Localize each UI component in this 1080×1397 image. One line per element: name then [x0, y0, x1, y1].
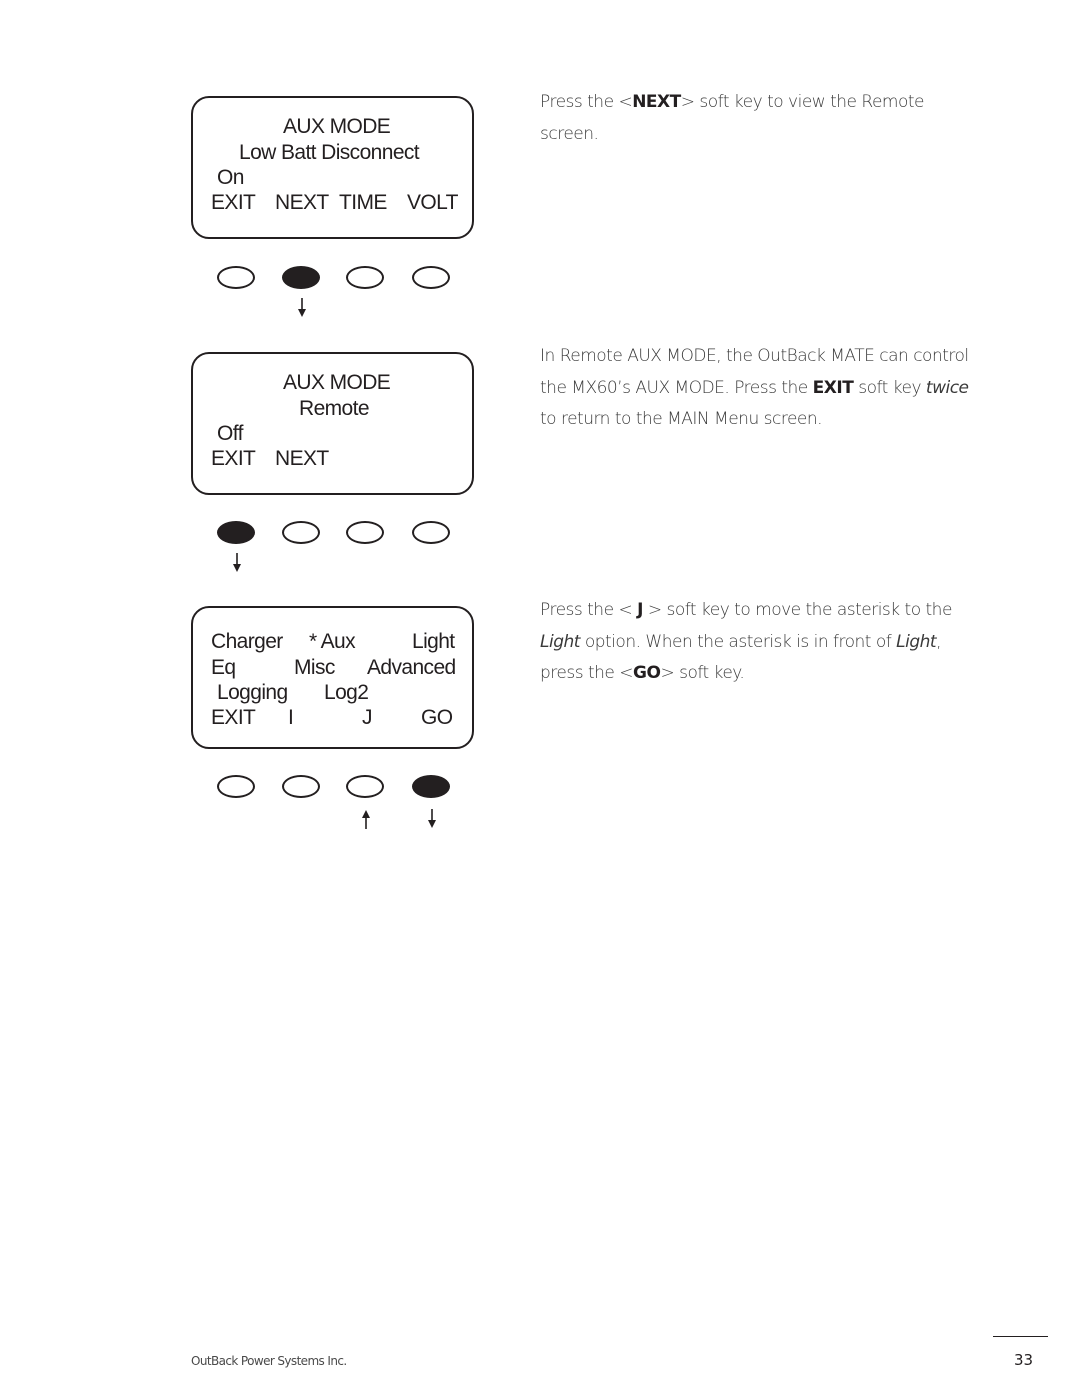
softkey-label-volt: VOLT	[407, 191, 458, 214]
soft-key-2[interactable]	[282, 775, 320, 798]
softkey-label-time: TIME	[339, 191, 387, 214]
emphasis: twice	[925, 377, 969, 398]
text-run: option. When the asterisk is in front of	[579, 631, 897, 652]
soft-key-1-pressed[interactable]	[217, 521, 255, 544]
text-run: Press the <	[540, 600, 638, 620]
softkey-label-i: I	[288, 706, 294, 729]
emphasis: Light	[540, 631, 580, 652]
arrow-up-icon	[361, 809, 371, 829]
softkey-label-exit: EXIT	[211, 191, 256, 214]
softkey-label-j: J	[362, 706, 373, 729]
soft-key-4[interactable]	[412, 266, 450, 289]
menu-item-aux-selected: * Aux	[309, 630, 356, 653]
instruction-remote-aux-mode: In Remote AUX MODE, the OutBack MATE can…	[540, 341, 970, 436]
softkey-label-exit: EXIT	[211, 447, 256, 470]
footer-divider	[993, 1336, 1048, 1337]
arrow-down-icon	[427, 809, 437, 829]
soft-key-2[interactable]	[282, 521, 320, 544]
lcd-screen-remote: AUX MODE Remote Off EXIT NEXT	[191, 352, 474, 495]
lcd-screen-low-batt-disconnect: AUX MODE Low Batt Disconnect On EXIT NEX…	[191, 96, 474, 239]
softkey-label-exit: EXIT	[211, 706, 256, 729]
footer-company: OutBack Power Systems Inc.	[191, 1354, 347, 1368]
screen-subtitle: Low Batt Disconnect	[239, 141, 420, 164]
soft-key-3[interactable]	[346, 266, 384, 289]
softkey-label-go: GO	[421, 706, 453, 729]
key-name: GO	[633, 663, 661, 684]
softkey-label-next: NEXT	[275, 191, 329, 214]
softkey-label-next: NEXT	[275, 447, 329, 470]
menu-item-eq: Eq	[211, 656, 236, 679]
screen-status: Off	[217, 422, 243, 445]
menu-item-charger: Charger	[211, 630, 283, 653]
soft-key-2-pressed[interactable]	[282, 266, 320, 289]
soft-key-1[interactable]	[217, 266, 255, 289]
page-number: 33	[1014, 1351, 1034, 1369]
text-run: soft key	[853, 377, 926, 398]
screen-title: AUX MODE	[283, 115, 391, 138]
menu-item-log2: Log2	[324, 681, 369, 704]
key-name: EXIT	[812, 377, 854, 398]
key-name: NEXT	[632, 92, 681, 112]
soft-key-4-pressed[interactable]	[412, 775, 450, 798]
text-run: Press the <	[540, 92, 633, 112]
screen-subtitle: Remote	[299, 397, 370, 420]
arrow-down-icon	[297, 298, 307, 318]
menu-item-advanced: Advanced	[367, 656, 456, 679]
soft-key-1[interactable]	[217, 775, 255, 798]
soft-key-4[interactable]	[412, 521, 450, 544]
instruction-next-remote: Press the <NEXT> soft key to view the Re…	[540, 87, 970, 150]
text-run: to return to the MAIN Menu screen.	[540, 409, 823, 430]
text-run: > soft key to move the asterisk to the	[642, 600, 953, 620]
arrow-down-icon	[232, 553, 242, 573]
soft-key-3[interactable]	[346, 521, 384, 544]
instruction-move-asterisk: Press the < J > soft key to move the ast…	[540, 595, 970, 690]
text-run: > soft key.	[660, 663, 745, 684]
menu-item-logging: Logging	[217, 681, 288, 704]
menu-item-misc: Misc	[294, 656, 335, 679]
lcd-screen-main-menu: Charger * Aux Light Eq Misc Advanced Log…	[191, 606, 474, 749]
screen-status: On	[217, 166, 244, 189]
menu-item-light: Light	[412, 630, 455, 653]
screen-title: AUX MODE	[283, 371, 391, 394]
soft-key-3[interactable]	[346, 775, 384, 798]
emphasis: Light	[896, 631, 937, 652]
